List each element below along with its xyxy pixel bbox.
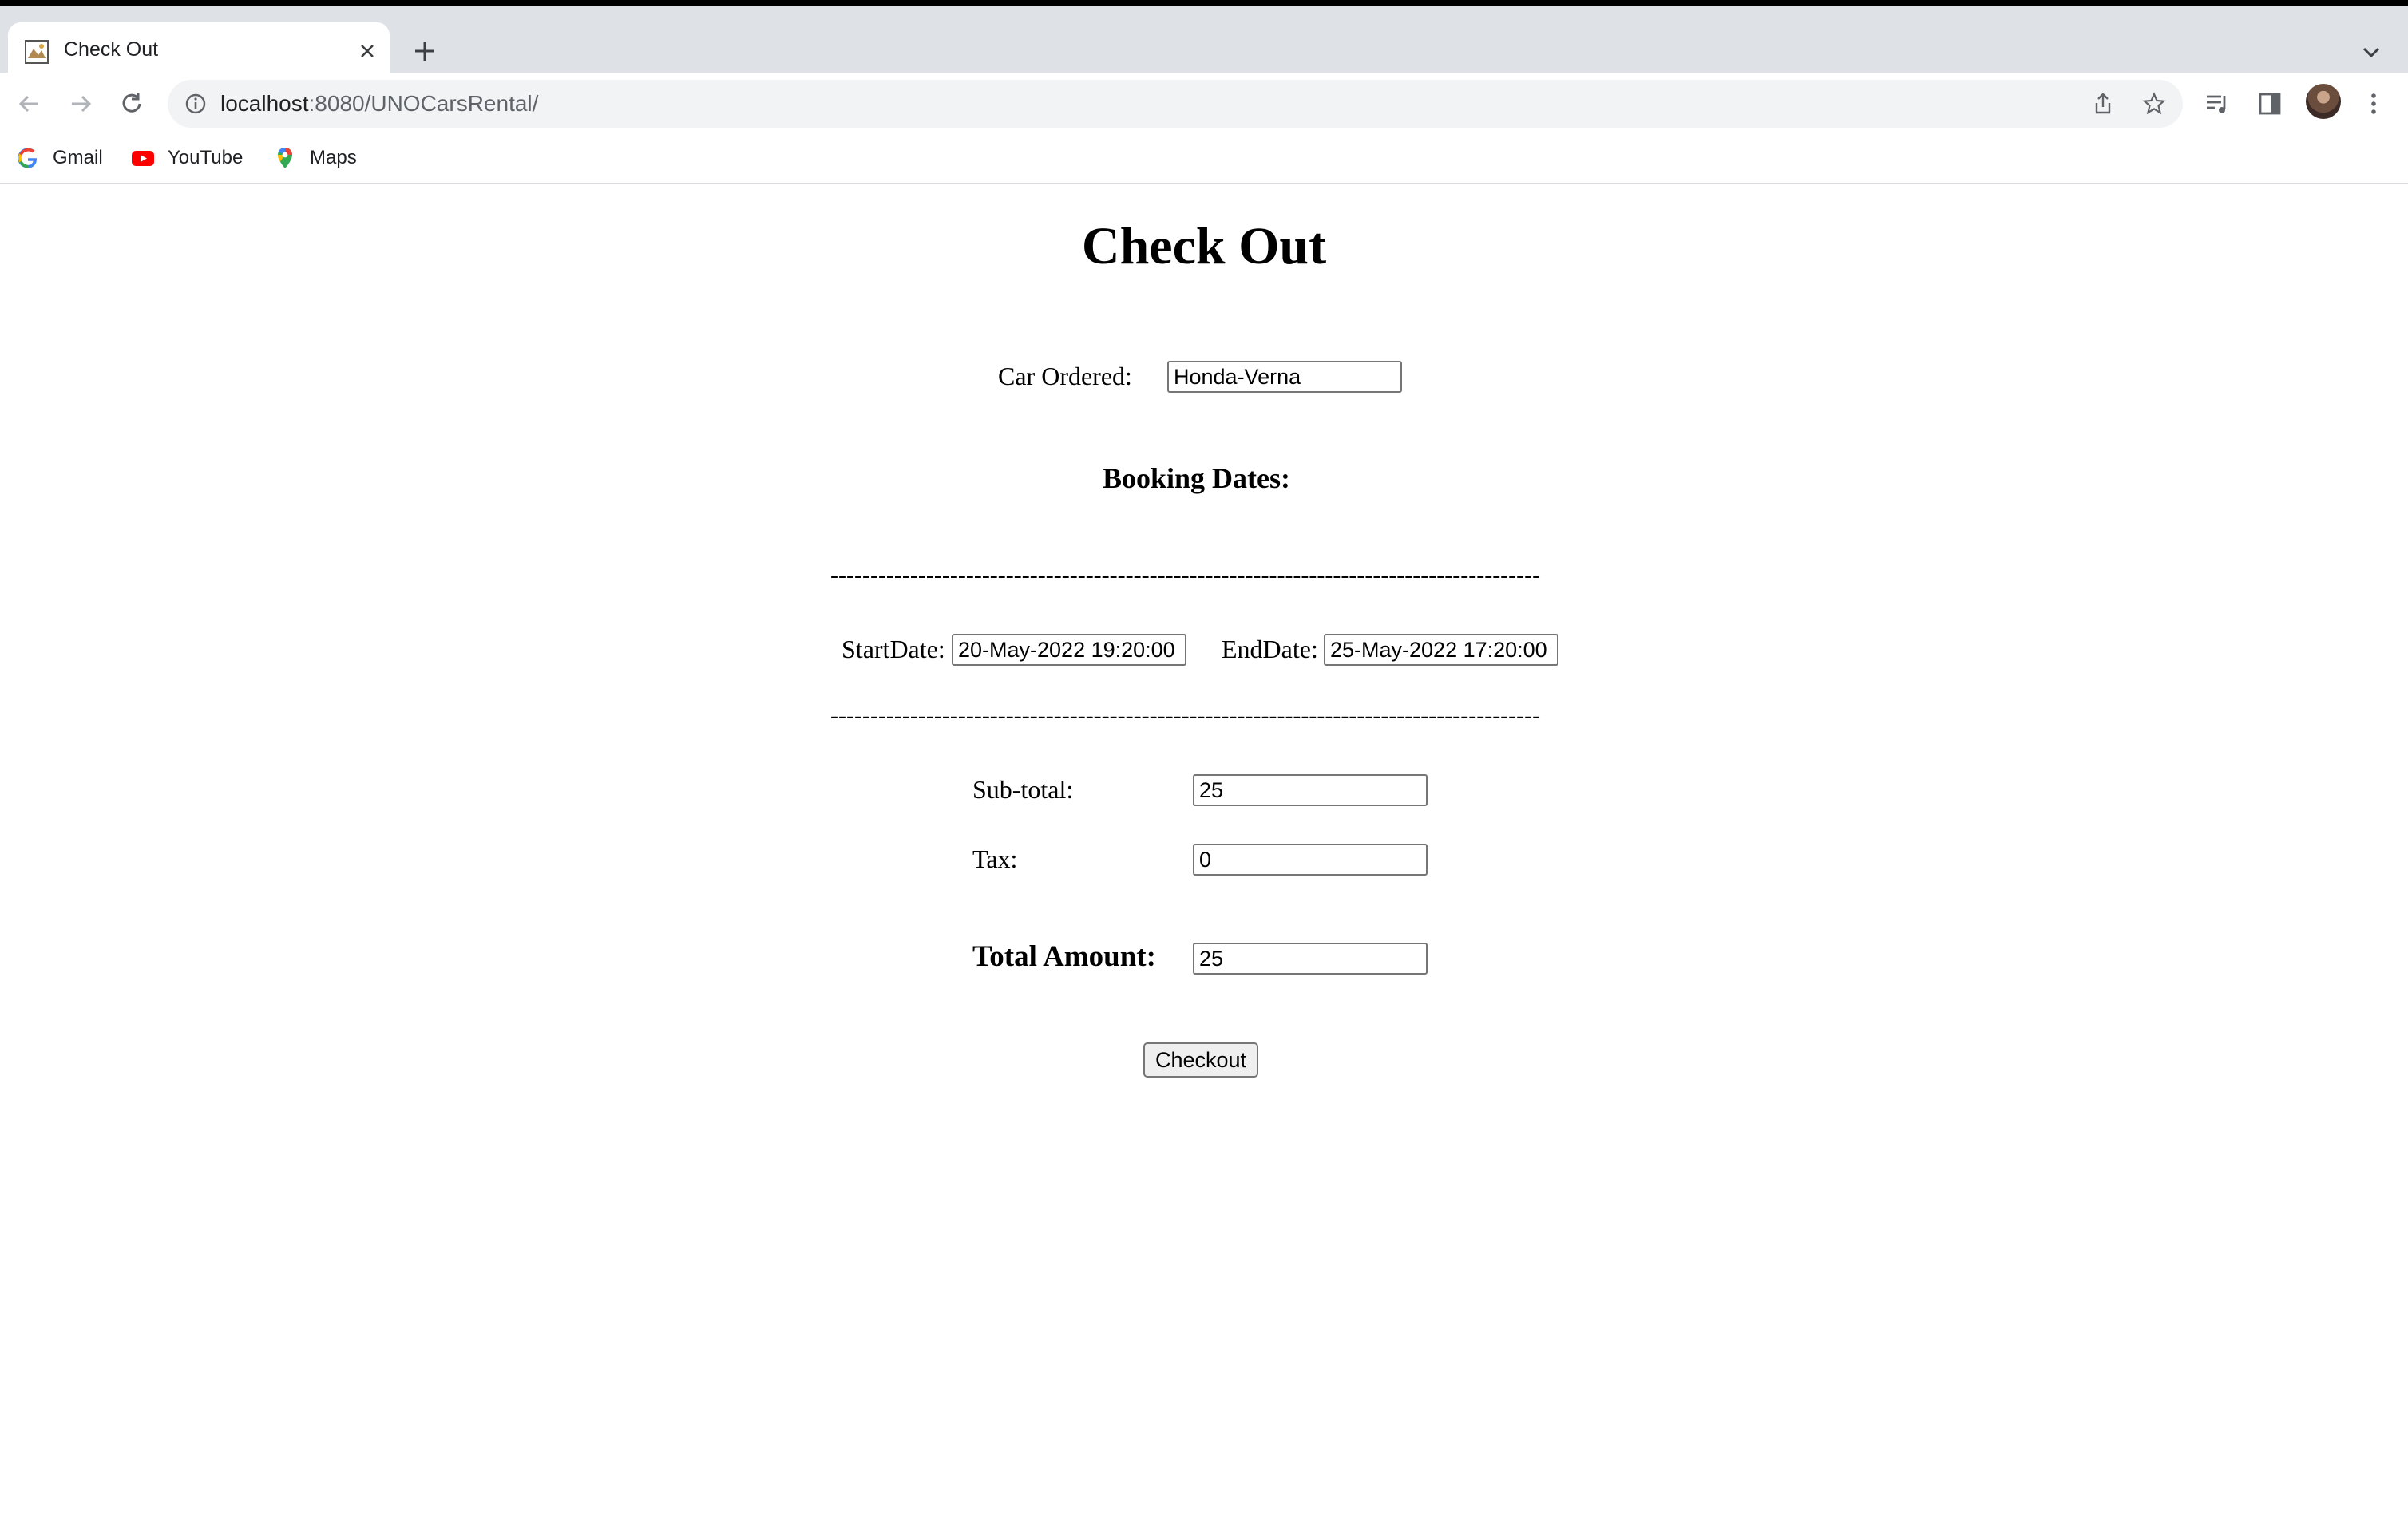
checkout-button[interactable]: Checkout: [1143, 1042, 1258, 1078]
plus-icon[interactable]: [407, 34, 442, 69]
share-icon[interactable]: [2090, 91, 2116, 117]
kebab-menu-icon[interactable]: [2358, 89, 2389, 119]
maps-pin-icon: [278, 148, 292, 168]
tax-label: Tax:: [972, 845, 1018, 873]
separator-bottom: ----------------------------------------…: [830, 702, 1541, 729]
total-amount-field[interactable]: [1193, 943, 1428, 975]
browser-chrome: Check Out localhost:8080/UNOCarsRental/ …: [0, 0, 2408, 184]
checkout-page: Check Out Car Ordered: Booking Dates: --…: [0, 184, 2408, 1515]
booking-dates-heading: Booking Dates:: [1103, 462, 1291, 494]
car-ordered-label: Car Ordered:: [998, 362, 1132, 390]
youtube-icon: [132, 151, 154, 166]
star-icon[interactable]: [2141, 91, 2167, 117]
info-icon[interactable]: [184, 92, 208, 116]
media-icon[interactable]: [2202, 89, 2232, 119]
subtotal-field[interactable]: [1193, 774, 1428, 806]
side-panel-icon[interactable]: [2255, 89, 2285, 119]
bookmark-gmail[interactable]: Gmail: [16, 144, 103, 172]
subtotal-label: Sub-total:: [972, 775, 1074, 804]
profile-avatar[interactable]: [2306, 84, 2341, 119]
url-text[interactable]: localhost:8080/UNOCarsRental/: [220, 91, 538, 117]
separator-top: ----------------------------------------…: [830, 562, 1541, 588]
bookmark-maps[interactable]: Maps: [273, 144, 357, 172]
close-icon[interactable]: [353, 37, 382, 65]
total-amount-label: Total Amount:: [972, 940, 1156, 973]
url-host: localhost: [220, 91, 309, 116]
page-title: Check Out: [1081, 217, 1327, 275]
tab-strip: Check Out: [0, 6, 2408, 79]
chevron-down-icon[interactable]: [2355, 37, 2387, 69]
browser-toolbar: localhost:8080/UNOCarsRental/: [0, 73, 2408, 134]
tab-title: Check Out: [64, 38, 159, 61]
page-favicon-icon: [25, 40, 49, 64]
bookmark-youtube[interactable]: YouTube: [131, 144, 243, 172]
address-bar[interactable]: localhost:8080/UNOCarsRental/: [168, 80, 2183, 128]
window-top-edge: [0, 0, 2408, 6]
google-icon: [18, 148, 38, 168]
start-date-label: StartDate:: [842, 635, 945, 663]
end-date-label: EndDate:: [1222, 635, 1318, 663]
reload-icon[interactable]: [115, 87, 149, 121]
back-arrow-icon[interactable]: [13, 87, 46, 121]
bookmark-label: Maps: [310, 147, 357, 168]
url-path: :8080/UNOCarsRental/: [308, 91, 539, 116]
bookmark-label: Gmail: [53, 147, 103, 168]
start-date-field[interactable]: [952, 634, 1186, 666]
bookmarks-bar: Gmail YouTube Maps: [0, 134, 2408, 184]
tab-check-out[interactable]: Check Out: [8, 22, 390, 79]
car-ordered-field[interactable]: [1167, 361, 1402, 393]
forward-arrow-icon[interactable]: [64, 87, 97, 121]
bookmark-label: YouTube: [168, 147, 244, 168]
end-date-field[interactable]: [1324, 634, 1558, 666]
tax-field[interactable]: [1193, 844, 1428, 876]
